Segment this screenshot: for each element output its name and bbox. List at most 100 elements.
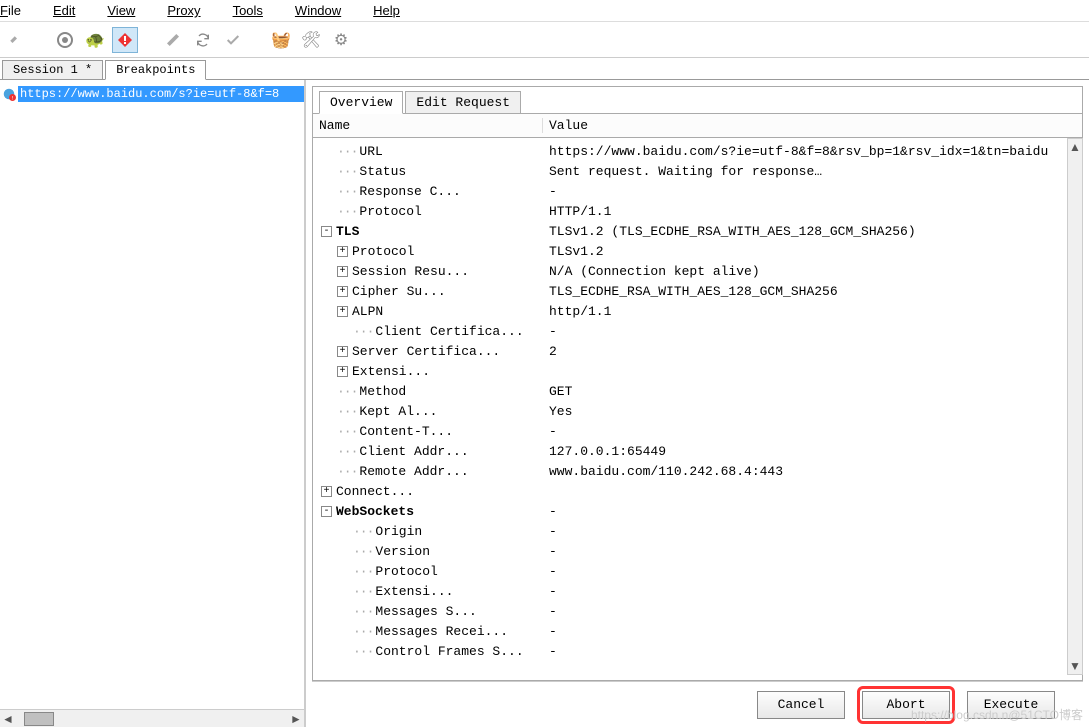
row-value: TLS_ECDHE_RSA_WITH_AES_128_GCM_SHA256 (543, 282, 1082, 302)
row-name: Messages S... (375, 604, 476, 619)
menu-view[interactable]: View (107, 3, 151, 18)
scroll-down-arrow-icon[interactable]: ▼ (1068, 658, 1082, 674)
tree-toggle-icon[interactable]: + (337, 266, 348, 277)
row-name: Extensi... (375, 584, 453, 599)
row-value: 2 (543, 342, 1082, 362)
table-row[interactable]: ···Origin- (313, 522, 1082, 542)
tree-toggle-icon[interactable]: + (337, 286, 348, 297)
row-value: TLSv1.2 (543, 242, 1082, 262)
table-row[interactable]: ···Messages Recei...- (313, 622, 1082, 642)
record-icon[interactable] (52, 27, 78, 53)
tab-edit-request[interactable]: Edit Request (405, 91, 521, 113)
throttle-icon[interactable]: 🐢 (82, 27, 108, 53)
header-name[interactable]: Name (313, 118, 543, 133)
request-row[interactable]: ! https://www.baidu.com/s?ie=utf-8&f=8 (0, 84, 304, 104)
table-row[interactable]: ···MethodGET (313, 382, 1082, 402)
tree-toggle-icon[interactable]: + (337, 346, 348, 357)
row-value: N/A (Connection kept alive) (543, 262, 1082, 282)
tab-session-1[interactable]: Session 1 * (2, 60, 103, 79)
table-row[interactable]: +ALPNhttp/1.1 (313, 302, 1082, 322)
settings-icon[interactable]: ⚙ (328, 27, 354, 53)
vertical-scrollbar[interactable]: ▲ ▼ (1067, 138, 1083, 675)
session-tab-bar: Session 1 * Breakpoints (0, 58, 1089, 80)
table-row[interactable]: ···StatusSent request. Waiting for respo… (313, 162, 1082, 182)
table-row[interactable]: ···Kept Al...Yes (313, 402, 1082, 422)
menu-proxy[interactable]: Proxy (167, 3, 216, 18)
basket-icon[interactable]: 🧺 (268, 27, 294, 53)
table-row[interactable]: ···ProtocolHTTP/1.1 (313, 202, 1082, 222)
row-value: Yes (543, 402, 1082, 422)
table-row[interactable]: ···Response C...- (313, 182, 1082, 202)
tree-toggle-icon[interactable]: - (321, 506, 332, 517)
toolbar: 🐢 🧺 🛠 ⚙ (0, 22, 1089, 58)
table-row[interactable]: ···Protocol- (313, 562, 1082, 582)
tree-toggle-icon[interactable]: - (321, 226, 332, 237)
tab-overview[interactable]: Overview (319, 91, 403, 114)
row-name: Protocol (375, 564, 437, 579)
table-row[interactable]: +Connect... (313, 482, 1082, 502)
tree-toggle-icon[interactable]: + (337, 366, 348, 377)
row-value: - (543, 582, 1082, 602)
table-row[interactable]: + Server Certifica... 2 (313, 342, 1082, 362)
table-row[interactable]: ···Remote Addr...www.baidu.com/110.242.6… (313, 462, 1082, 482)
scroll-thumb[interactable] (24, 712, 54, 726)
table-row[interactable]: ···Content-T... - (313, 422, 1082, 442)
table-row[interactable]: -TLSTLSv1.2 (TLS_ECDHE_RSA_WITH_AES_128_… (313, 222, 1082, 242)
tree-line-icon: ··· (337, 204, 357, 219)
tree-line-icon: ··· (337, 424, 357, 439)
tab-breakpoints[interactable]: Breakpoints (105, 60, 206, 80)
cancel-button[interactable]: Cancel (757, 691, 845, 719)
table-row[interactable]: ···Control Frames S...- (313, 642, 1082, 662)
table-row[interactable]: + Cipher Su... TLS_ECDHE_RSA_WITH_AES_128_… (313, 282, 1082, 302)
menu-window[interactable]: Window (295, 3, 357, 18)
repeat-icon[interactable] (190, 27, 216, 53)
table-row[interactable]: -WebSockets- (313, 502, 1082, 522)
left-horizontal-scrollbar[interactable]: ◄ ► (0, 709, 304, 727)
table-row[interactable]: +Extensi... (313, 362, 1082, 382)
broom-icon[interactable] (4, 27, 30, 53)
table-row[interactable]: +Session Resu...N/A (Connection kept ali… (313, 262, 1082, 282)
row-name: Origin (375, 524, 422, 539)
table-row[interactable]: ···Client Addr...127.0.0.1:65449 (313, 442, 1082, 462)
check-icon[interactable] (220, 27, 246, 53)
table-row[interactable]: ···Messages S...- (313, 602, 1082, 622)
menu-tools[interactable]: Tools (233, 3, 279, 18)
tree-toggle-icon[interactable]: + (337, 246, 348, 257)
row-name: Protocol (352, 244, 414, 259)
row-value: - (543, 562, 1082, 582)
row-value: - (543, 422, 1082, 442)
menu-file[interactable]: File (0, 3, 37, 18)
row-name: Client Certifica... (375, 324, 523, 339)
table-row[interactable]: ···Extensi...- (313, 582, 1082, 602)
row-value: 127.0.0.1:65449 (543, 442, 1082, 462)
tree-toggle-icon[interactable]: + (337, 306, 348, 317)
row-name: Server Certifica... (352, 344, 500, 359)
row-value: https://www.baidu.com/s?ie=utf-8&f=8&rsv… (543, 142, 1082, 162)
row-value (543, 482, 1082, 502)
row-value: - (543, 322, 1082, 342)
menu-help[interactable]: Help (373, 3, 416, 18)
abort-button[interactable]: Abort (862, 691, 950, 719)
table-row[interactable]: ···URLhttps://www.baidu.com/s?ie=utf-8&f… (313, 142, 1082, 162)
row-name: Content-T... (359, 424, 453, 439)
row-name: Response C... (359, 184, 460, 199)
menu-edit[interactable]: Edit (53, 3, 91, 18)
table-body[interactable]: ···URLhttps://www.baidu.com/s?ie=utf-8&f… (313, 138, 1082, 680)
tools-icon[interactable]: 🛠 (298, 27, 324, 53)
table-row[interactable]: + Protocol TLSv1.2 (313, 242, 1082, 262)
tree-line-icon: ··· (353, 604, 373, 619)
scroll-left-arrow-icon[interactable]: ◄ (0, 711, 16, 727)
row-name: Remote Addr... (359, 464, 468, 479)
edit-icon[interactable] (160, 27, 186, 53)
breakpoints-icon[interactable] (112, 27, 138, 53)
row-name: Control Frames S... (375, 644, 523, 659)
execute-button[interactable]: Execute (967, 691, 1055, 719)
row-name: Cipher Su... (352, 284, 446, 299)
table-row[interactable]: ···Version- (313, 542, 1082, 562)
tree-line-icon: ··· (337, 444, 357, 459)
tree-toggle-icon[interactable]: + (321, 486, 332, 497)
header-value[interactable]: Value (543, 118, 1082, 133)
scroll-up-arrow-icon[interactable]: ▲ (1068, 139, 1082, 155)
table-row[interactable]: ···Client Certifica...- (313, 322, 1082, 342)
scroll-right-arrow-icon[interactable]: ► (288, 711, 304, 727)
